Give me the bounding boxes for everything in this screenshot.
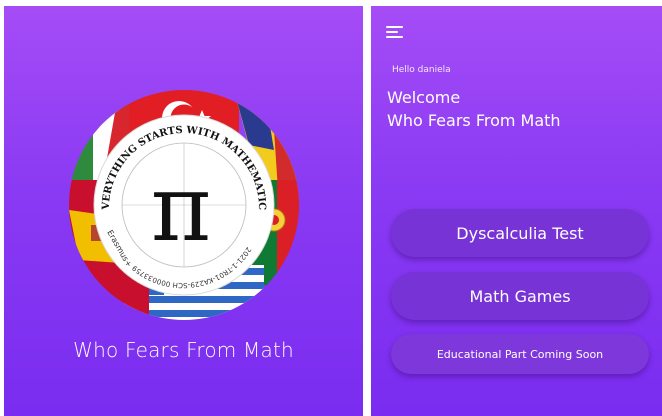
- flags-circle-logo: EVERYTHING STARTS WITH MATHEMATICS 2021-…: [69, 90, 299, 320]
- educational-part-button[interactable]: Educational Part Coming Soon: [391, 334, 649, 374]
- greeting-text: Hello daniela: [392, 65, 451, 75]
- welcome-line-2: Who Fears From Math: [387, 111, 561, 130]
- math-games-label: Math Games: [469, 286, 571, 306]
- splash-screen: EVERYTHING STARTS WITH MATHEMATICS 2021-…: [4, 6, 363, 416]
- welcome-heading: Welcome Who Fears From Math: [387, 86, 561, 132]
- pi-symbol: π: [151, 155, 211, 262]
- welcome-line-1: Welcome: [387, 88, 461, 107]
- dyscalculia-test-label: Dyscalculia Test: [456, 223, 584, 243]
- splash-title: Who Fears From Math: [73, 338, 294, 362]
- hamburger-menu-icon[interactable]: [386, 24, 406, 40]
- educational-part-label: Educational Part Coming Soon: [436, 347, 604, 361]
- home-screen: Hello daniela Welcome Who Fears From Mat…: [371, 6, 662, 416]
- math-games-button[interactable]: Math Games: [391, 272, 649, 320]
- project-logo: EVERYTHING STARTS WITH MATHEMATICS 2021-…: [69, 90, 299, 320]
- dyscalculia-test-button[interactable]: Dyscalculia Test: [391, 209, 649, 257]
